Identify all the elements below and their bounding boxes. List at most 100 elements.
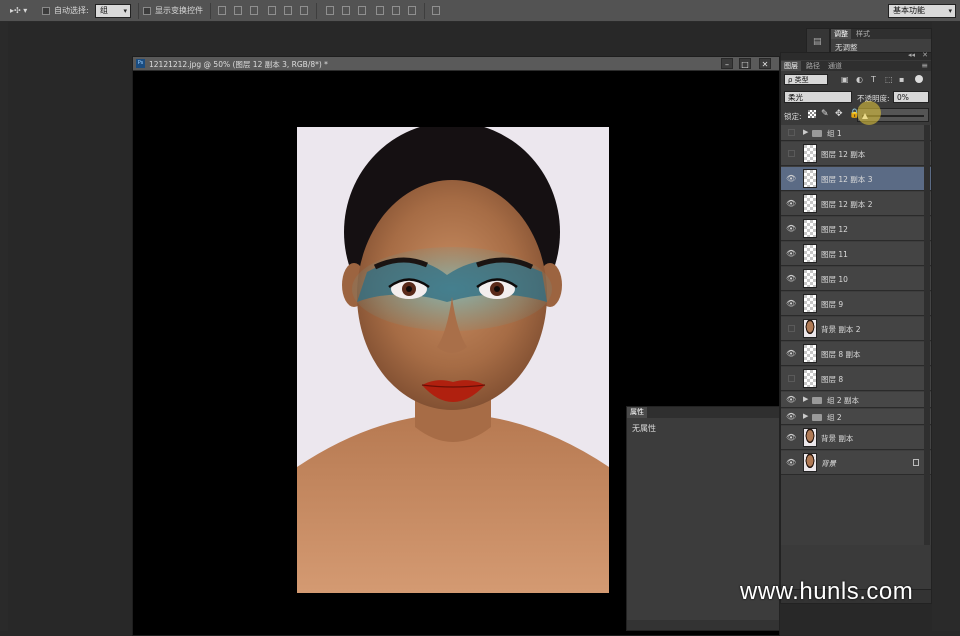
visibility-toggle[interactable] bbox=[788, 375, 795, 382]
filter-toggle[interactable] bbox=[915, 75, 923, 83]
tab-paths[interactable]: 路径 bbox=[803, 61, 823, 71]
eye-icon[interactable]: 👁 bbox=[786, 200, 796, 208]
layer-row-group[interactable]: 👁 ▶ 组 2 副本 bbox=[781, 392, 931, 408]
layer-row-selected[interactable]: 👁 图层 12 副本 3 bbox=[781, 167, 931, 191]
eye-icon[interactable]: 👁 bbox=[786, 275, 796, 283]
minimize-button[interactable]: – bbox=[721, 58, 733, 69]
filter-adjustment-icon[interactable]: ◐ bbox=[856, 75, 863, 84]
align-hcenter-icon[interactable] bbox=[284, 6, 292, 15]
distribute-hcenter-icon[interactable] bbox=[392, 6, 400, 15]
eye-icon[interactable]: 👁 bbox=[786, 350, 796, 358]
align-left-icon[interactable] bbox=[268, 6, 276, 15]
filter-pixel-icon[interactable]: ▣ bbox=[841, 75, 849, 84]
layer-row[interactable]: 👁 图层 10 bbox=[781, 267, 931, 291]
align-top-icon[interactable] bbox=[218, 6, 226, 15]
maximize-button[interactable]: □ bbox=[739, 58, 751, 69]
expand-arrow-icon[interactable]: ▶ bbox=[803, 412, 808, 420]
auto-select-dropdown[interactable]: 组 bbox=[95, 4, 131, 18]
layer-name: 图层 9 bbox=[821, 300, 844, 309]
eye-icon[interactable]: 👁 bbox=[786, 459, 796, 467]
ps-document-icon: Ps bbox=[136, 59, 145, 68]
properties-content: 无属性 bbox=[632, 424, 656, 433]
tab-adjustments[interactable]: 调整 bbox=[831, 29, 851, 39]
layer-row[interactable]: 👁 背景 副本 bbox=[781, 426, 931, 450]
filter-type-icon[interactable]: T bbox=[871, 75, 876, 84]
divider bbox=[424, 3, 425, 19]
align-vcenter-icon[interactable] bbox=[234, 6, 242, 15]
eye-icon[interactable]: 👁 bbox=[786, 225, 796, 233]
layer-row-group[interactable]: ▶ 组 1 bbox=[781, 125, 931, 141]
layer-list: ▶ 组 1 图层 12 副本 👁 图层 12 副本 3 👁 图层 12 副本 2… bbox=[781, 125, 931, 545]
layer-name: 图层 12 bbox=[821, 225, 848, 234]
layer-row[interactable]: 👁 图层 12 副本 2 bbox=[781, 192, 931, 216]
transform-controls-label: 显示变换控件 bbox=[155, 6, 203, 15]
blend-mode-dropdown[interactable]: 柔光 bbox=[784, 91, 852, 103]
document-titlebar[interactable]: Ps 12121212.jpg @ 50% (图层 12 副本 3, RGB/8… bbox=[133, 57, 779, 71]
eye-icon[interactable]: 👁 bbox=[786, 413, 796, 421]
visibility-toggle[interactable] bbox=[788, 129, 795, 136]
align-right-icon[interactable] bbox=[300, 6, 308, 15]
tab-styles[interactable]: 样式 bbox=[853, 29, 873, 39]
eye-icon[interactable]: 👁 bbox=[786, 250, 796, 258]
layers-scrollbar[interactable] bbox=[924, 125, 930, 545]
tab-layers[interactable]: 图层 bbox=[781, 61, 801, 71]
layer-row[interactable]: 图层 12 副本 bbox=[781, 142, 931, 166]
filter-shape-icon[interactable]: ⬚ bbox=[885, 75, 893, 84]
adjustments-tabs: 调整 样式 bbox=[831, 29, 931, 39]
tab-channels[interactable]: 通道 bbox=[825, 61, 845, 71]
move-tool-icon[interactable]: ▸✣ ▾ bbox=[10, 4, 27, 18]
transform-controls-checkbox[interactable] bbox=[143, 7, 151, 15]
eye-icon[interactable]: 👁 bbox=[786, 300, 796, 308]
eye-icon[interactable]: 👁 bbox=[786, 434, 796, 442]
layer-name: 图层 8 bbox=[821, 375, 844, 384]
layer-row-group[interactable]: 👁 ▶ 组 2 bbox=[781, 409, 931, 425]
opacity-input[interactable]: 0% bbox=[893, 91, 929, 103]
panel-dock-icon[interactable]: ▤ bbox=[813, 37, 822, 47]
layer-name: 组 1 bbox=[827, 129, 842, 138]
panel-menu-icon[interactable]: ≡ bbox=[921, 61, 928, 70]
distribute-left-icon[interactable] bbox=[376, 6, 384, 15]
canvas-image[interactable] bbox=[297, 127, 609, 593]
close-icon[interactable]: ✕ bbox=[922, 51, 928, 59]
folder-icon bbox=[812, 414, 822, 421]
visibility-toggle[interactable] bbox=[788, 325, 795, 332]
layer-row[interactable]: 👁 图层 8 副本 bbox=[781, 342, 931, 366]
layer-row[interactable]: 图层 8 bbox=[781, 367, 931, 391]
layer-name: 图层 8 副本 bbox=[821, 350, 861, 359]
layer-row[interactable]: 👁 图层 12 bbox=[781, 217, 931, 241]
filter-smart-icon[interactable]: ▪ bbox=[899, 75, 904, 84]
layer-name: 背景 bbox=[821, 459, 836, 468]
lock-transparency-icon[interactable] bbox=[808, 110, 816, 118]
eye-icon[interactable]: 👁 bbox=[786, 175, 796, 183]
align-bottom-icon[interactable] bbox=[250, 6, 258, 15]
visibility-toggle[interactable] bbox=[788, 150, 795, 157]
distribute-right-icon[interactable] bbox=[408, 6, 416, 15]
distribute-vcenter-icon[interactable] bbox=[342, 6, 350, 15]
layer-row[interactable]: 背景 副本 2 bbox=[781, 317, 931, 341]
eye-icon[interactable]: 👁 bbox=[786, 396, 796, 404]
auto-select-checkbox[interactable] bbox=[42, 7, 50, 15]
collapse-icon[interactable]: ◂◂ bbox=[908, 51, 915, 59]
distribute-top-icon[interactable] bbox=[326, 6, 334, 15]
lock-move-icon[interactable]: ✥ bbox=[835, 109, 843, 119]
workspace-dropdown[interactable]: 基本功能 bbox=[888, 4, 956, 18]
filter-kind-dropdown[interactable]: ρ 类型 bbox=[784, 74, 828, 85]
layer-row[interactable]: 👁 图层 11 bbox=[781, 242, 931, 266]
expand-arrow-icon[interactable]: ▶ bbox=[803, 395, 808, 403]
close-icon[interactable]: ✕ bbox=[759, 58, 771, 69]
layer-row[interactable]: 👁 背景 bbox=[781, 451, 931, 475]
tab-properties[interactable]: 属性 bbox=[627, 407, 647, 418]
layer-thumbnail bbox=[803, 144, 817, 163]
distribute-bottom-icon[interactable] bbox=[358, 6, 366, 15]
layer-row[interactable]: 👁 图层 9 bbox=[781, 292, 931, 316]
lock-paint-icon[interactable]: ✎ bbox=[821, 109, 829, 119]
options-bar: ▸✣ ▾ 自动选择: 组 显示变换控件 基本功能 bbox=[0, 0, 960, 22]
expand-arrow-icon[interactable]: ▶ bbox=[803, 128, 808, 136]
layer-name: 图层 11 bbox=[821, 250, 848, 259]
layers-panel-header[interactable]: ◂◂ ✕ bbox=[781, 51, 931, 60]
auto-select-label: 自动选择: bbox=[54, 6, 89, 15]
auto-align-icon[interactable] bbox=[432, 6, 440, 15]
layer-name: 背景 副本 bbox=[821, 434, 854, 443]
watermark-text: www.hunls.com bbox=[740, 578, 914, 605]
panel-dock-strip[interactable]: ▤ bbox=[806, 28, 830, 54]
